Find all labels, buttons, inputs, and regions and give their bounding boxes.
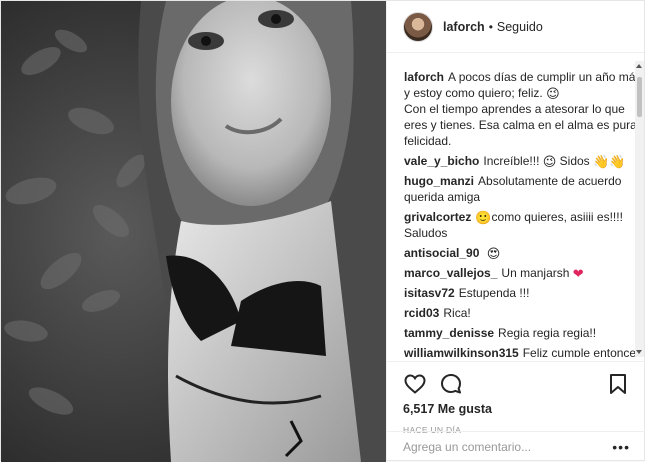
comment-username[interactable]: rcid03 — [404, 306, 439, 320]
comment-username[interactable]: vale_y_bicho — [404, 154, 479, 168]
heart-outline-icon[interactable] — [403, 372, 427, 396]
wink-emoji: 😉 — [546, 86, 560, 101]
caption: laforch A pocos días de cumplir un año má… — [404, 69, 645, 149]
photo-image — [1, 1, 386, 462]
comment-text: Feliz cumple entonces — [522, 346, 643, 357]
comment-username[interactable]: tammy_denisse — [404, 326, 494, 340]
header-username[interactable]: laforch — [443, 20, 485, 34]
comment-item: grivalcortez 🙂como quieres, asiiii es!!!!… — [404, 209, 645, 241]
header-separator: • — [488, 19, 493, 34]
post-photo[interactable] — [1, 1, 386, 462]
comment-username[interactable]: hugo_manzi — [404, 174, 474, 188]
comment-item: isitasv72 Estupenda !!! — [404, 285, 645, 301]
post-header: laforch • Seguido — [387, 1, 644, 53]
bookmark-icon[interactable] — [606, 372, 630, 396]
comment-text: Regia regia regia!! — [498, 326, 597, 340]
add-comment-bar: ••• — [387, 431, 645, 462]
comment-username[interactable]: williamwilkinson315 — [404, 346, 519, 357]
comment-item: tammy_denisse Regia regia regia!! — [404, 325, 645, 341]
comment-username[interactable]: antisocial_90 — [404, 246, 479, 260]
comment-item: marco_vallejos_ Un manjarsh ❤ — [404, 265, 645, 281]
comments-list[interactable]: laforch A pocos días de cumplir un año má… — [387, 57, 645, 357]
caption-text-2: Con el tiempo aprendes a atesorar lo que… — [404, 102, 637, 148]
likes-count[interactable]: 6,517 Me gusta — [403, 402, 630, 416]
comment-text-2: Sidos — [559, 154, 590, 168]
add-comment-input[interactable] — [403, 440, 613, 454]
heart-eyes-emoji: 😍 — [486, 246, 501, 261]
post-actions: 6,517 Me gusta HACE UN DÍA — [387, 361, 645, 435]
comment-bubble-icon[interactable] — [439, 372, 463, 396]
post-side-panel: laforch • Seguido laforch A pocos días de… — [386, 1, 645, 462]
red-heart-emoji: ❤ — [572, 266, 584, 281]
comment-username[interactable]: isitasv72 — [404, 286, 455, 300]
comment-item: rcid03 Rica! — [404, 305, 645, 321]
comment-item: williamwilkinson315 Feliz cumple entonces — [404, 345, 645, 357]
scrollbar-thumb[interactable] — [637, 77, 642, 117]
more-options-icon[interactable]: ••• — [612, 440, 630, 454]
follow-status-button[interactable]: Seguido — [497, 20, 543, 34]
scroll-down-arrow-icon[interactable] — [636, 350, 642, 354]
instagram-post: laforch • Seguido laforch A pocos días de… — [0, 0, 645, 462]
comments-scrollbar[interactable] — [635, 61, 644, 357]
waving-hands-emoji: 👋👋 — [593, 154, 626, 169]
wink-emoji: 😉 — [542, 154, 557, 169]
comment-username[interactable]: marco_vallejos_ — [404, 266, 497, 280]
comment-item: hugo_manzi Absolutamente de acuerdo queri… — [404, 173, 645, 205]
avatar[interactable] — [403, 11, 433, 42]
comment-text-2: Saludos — [404, 226, 448, 240]
caption-username[interactable]: laforch — [404, 70, 444, 84]
comment-text: como quieres, asiiii es!!!! — [491, 210, 623, 224]
comment-text: Rica! — [443, 306, 471, 320]
comment-item: vale_y_bicho Increíble!!! 😉 Sidos 👋👋 — [404, 153, 645, 169]
comment-text: Increíble!!! — [483, 154, 540, 168]
smile-emoji: 🙂 — [475, 210, 492, 225]
comment-text: Un manjarsh — [501, 266, 570, 280]
comment-text: Estupenda !!! — [458, 286, 530, 300]
comment-username[interactable]: grivalcortez — [404, 210, 471, 224]
scroll-up-arrow-icon[interactable] — [636, 64, 642, 68]
action-icons — [403, 368, 630, 400]
comment-item: antisocial_90 😍 — [404, 245, 645, 261]
